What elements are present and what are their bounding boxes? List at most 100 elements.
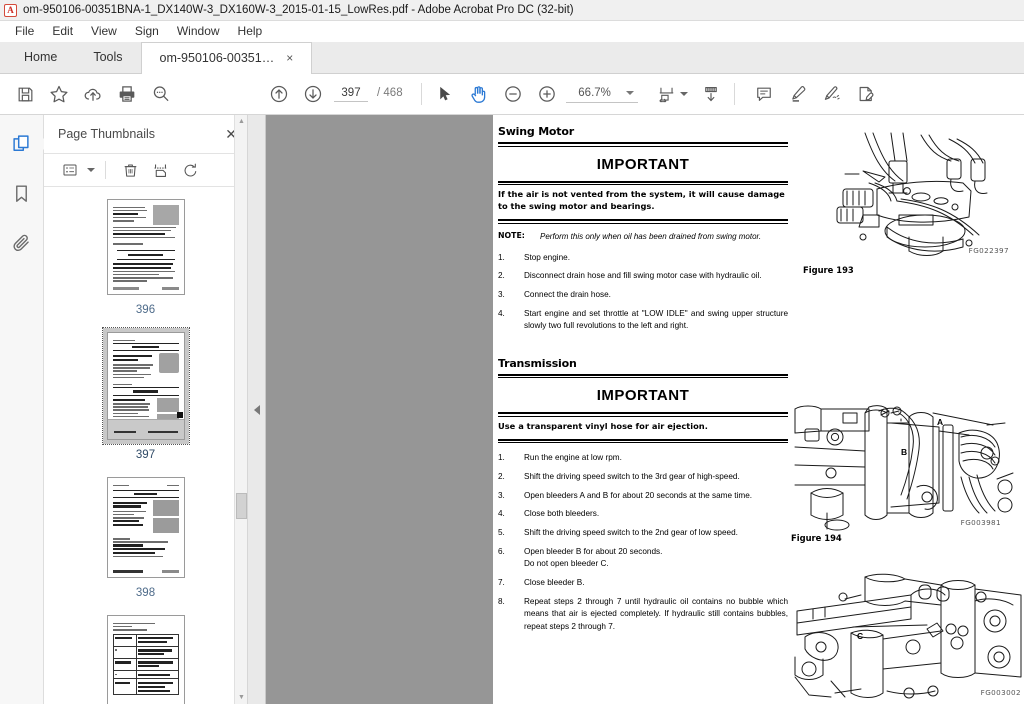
rail-button-page-thumbnails[interactable] (7, 129, 49, 159)
step-number: 8. (498, 596, 505, 606)
save-icon[interactable] (8, 77, 42, 111)
menu-item-help[interactable]: Help (229, 22, 272, 40)
zoom-level-control[interactable]: 66.7% (565, 85, 638, 103)
document-viewer: Swing Motor IMPORTANT If the air is not … (248, 115, 1024, 704)
important-heading: IMPORTANT (596, 155, 690, 173)
page-text-column: Swing Motor IMPORTANT If the air is not … (498, 125, 788, 639)
list-item: 7. Close bleeder B. (498, 577, 788, 589)
list-item: 5. Shift the driving speed switch to the… (498, 527, 788, 539)
tab-strip: Home Tools om-950106-00351… × (0, 42, 1024, 74)
rail-button-bookmarks[interactable] (7, 178, 37, 208)
figure-callout-c: C (857, 631, 864, 641)
menu-item-edit[interactable]: Edit (43, 22, 82, 40)
list-item: 1. Run the engine at low rpm. (498, 452, 788, 464)
thumbnails-scrollbar[interactable]: ▲ ▼ (234, 115, 247, 704)
list-item[interactable]: 396 (44, 195, 247, 316)
hand-tool-icon[interactable] (462, 77, 496, 111)
previous-page-icon[interactable] (262, 77, 296, 111)
extract-pages-icon[interactable] (146, 157, 174, 183)
step-text: Connect the drain hose. (524, 290, 611, 300)
tab-document[interactable]: om-950106-00351… × (140, 42, 313, 74)
collapse-panel-button[interactable] (248, 115, 266, 704)
panel-header: Page Thumbnails ✕ (44, 115, 247, 153)
rule (498, 219, 788, 222)
rotate-pages-icon[interactable] (176, 157, 204, 183)
menu-item-sign[interactable]: Sign (126, 22, 168, 40)
rule (498, 373, 788, 376)
chevron-down-icon[interactable] (87, 168, 95, 172)
rail-button-attachments[interactable] (7, 227, 37, 257)
scrollbar-handle[interactable] (236, 493, 247, 519)
page-number-input[interactable]: 397 (334, 86, 368, 102)
thumbnail-options-icon[interactable] (56, 157, 84, 183)
step-number: 2. (498, 471, 505, 481)
add-comment-icon[interactable] (747, 77, 781, 111)
thumbnail-frame[interactable] (103, 473, 189, 582)
zoom-in-icon[interactable] (530, 77, 564, 111)
step-number: 5. (498, 528, 505, 538)
note-text: Perform this only when oil has been drai… (540, 231, 762, 241)
find-text-icon[interactable] (144, 77, 178, 111)
page-count: / 468 (377, 87, 403, 99)
list-item[interactable]: 398 (44, 473, 247, 599)
title-bar: om-950106-00351BNA-1_DX140W-3_DX160W-3_2… (0, 0, 1024, 21)
page-navigation: 397 / 468 (334, 86, 403, 102)
step-text: Stop engine. (524, 252, 570, 262)
rule (498, 377, 788, 379)
rule (498, 145, 788, 147)
fit-page-icon[interactable] (650, 77, 684, 111)
fill-and-sign-icon[interactable] (815, 77, 849, 111)
page-preview (106, 332, 185, 440)
close-icon[interactable]: × (286, 52, 293, 64)
thumbnails-list[interactable]: 396 397 398 (44, 187, 247, 704)
chevron-down-icon[interactable] (625, 91, 634, 95)
upload-to-cloud-icon[interactable] (76, 77, 110, 111)
edit-pdf-icon[interactable] (849, 77, 883, 111)
list-item[interactable]: 399 (44, 611, 247, 704)
navigation-rail (0, 115, 49, 704)
scroll-up-icon[interactable]: ▲ (235, 115, 248, 128)
menu-item-view[interactable]: View (82, 22, 126, 40)
menu-item-window[interactable]: Window (168, 22, 229, 40)
tab-tools-label: Tools (93, 50, 123, 64)
page-scroll-area[interactable]: Swing Motor IMPORTANT If the air is not … (266, 115, 1024, 704)
delete-pages-icon[interactable] (116, 157, 144, 183)
figure-code: FG022397 (968, 246, 1009, 255)
steps-list: 1. Run the engine at low rpm. 2. Shift t… (498, 452, 788, 633)
step-text: Disconnect drain hose and fill swing mot… (524, 271, 762, 281)
note-block: NOTE: Perform this only when oil has bee… (498, 231, 788, 243)
step-text: Close bleeder B. (524, 578, 585, 588)
tab-home[interactable]: Home (6, 41, 75, 73)
step-number: 2. (498, 271, 505, 281)
highlight-text-icon[interactable] (781, 77, 815, 111)
steps-list: 1. Stop engine. 2. Disconnect drain hose… (498, 252, 788, 333)
rule (498, 442, 788, 444)
list-item[interactable]: 397 (44, 327, 247, 461)
fit-page-chevron-icon[interactable] (679, 92, 688, 96)
page-display-icon[interactable] (694, 77, 728, 111)
step-text-line2: Do not open bleeder C. (524, 559, 609, 569)
add-to-favorites-icon[interactable] (42, 77, 76, 111)
important-body: Use a transparent vinyl hose for air eje… (498, 420, 708, 431)
step-number: 1. (498, 252, 505, 262)
figure-193: FG022397 Figure 193 (803, 131, 1024, 275)
next-page-icon[interactable] (296, 77, 330, 111)
menu-item-file[interactable]: File (6, 22, 43, 40)
thumbnail-frame[interactable] (103, 611, 189, 704)
scroll-down-icon[interactable]: ▼ (235, 691, 248, 704)
step-text: Close both bleeders. (524, 509, 600, 519)
thumbnail-frame[interactable] (103, 195, 189, 299)
thumbnail-page-number: 396 (135, 304, 156, 316)
step-number: 4. (498, 509, 505, 519)
thumbnail-frame-selected[interactable] (101, 327, 190, 445)
step-text: Shift the driving speed switch to the 2n… (524, 528, 738, 538)
section-title: Swing Motor (498, 125, 574, 138)
tab-tools[interactable]: Tools (75, 41, 140, 73)
step-text: Run the engine at low rpm. (524, 453, 622, 463)
select-cursor-icon[interactable] (428, 77, 462, 111)
zoom-out-icon[interactable] (496, 77, 530, 111)
step-text: Shift the driving speed switch to the 3r… (524, 471, 740, 481)
print-icon[interactable] (110, 77, 144, 111)
pdf-page-397: Swing Motor IMPORTANT If the air is not … (493, 115, 1024, 704)
toolbar-divider-1 (420, 83, 422, 105)
